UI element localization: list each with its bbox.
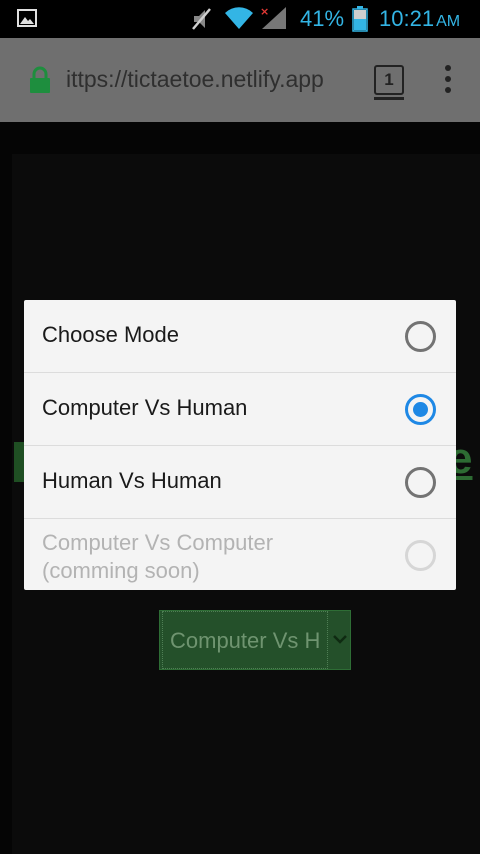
option-computer-vs-computer: Computer Vs Computer (comming soon) — [24, 519, 456, 590]
lock-icon[interactable] — [28, 66, 52, 94]
battery-percent: 41% — [300, 6, 345, 31]
screen: × 41% 10:21 AM ittps://tictaetoe.netlify.… — [0, 0, 480, 854]
radio-button[interactable] — [405, 467, 436, 498]
wifi-icon — [225, 7, 253, 30]
radio-button-disabled — [405, 540, 436, 571]
image-notification-icon — [17, 9, 37, 27]
radio-button[interactable] — [405, 321, 436, 352]
mute-icon — [192, 8, 211, 30]
tab-switcher-underline — [374, 97, 404, 100]
clock-time: 10:21 — [379, 6, 435, 31]
clock-ampm: AM — [436, 13, 461, 30]
option-label: Human Vs Human — [42, 468, 222, 493]
option-label: Choose Mode — [42, 322, 179, 347]
option-human-vs-human[interactable]: Human Vs Human — [24, 446, 456, 519]
option-label: Computer Vs Human — [42, 395, 248, 420]
battery-icon — [352, 6, 368, 32]
overflow-menu-icon[interactable] — [436, 65, 460, 97]
clock: 10:21 AM — [379, 6, 460, 32]
option-label-disabled: Computer Vs Computer (comming soon) — [42, 530, 274, 583]
mode-select[interactable]: Computer Vs H — [159, 610, 351, 670]
select-value: Computer Vs H — [170, 628, 321, 653]
radio-button-selected[interactable] — [405, 394, 436, 425]
tab-switcher-button[interactable]: 1 — [374, 65, 404, 95]
signal-icon: × — [260, 5, 286, 29]
status-bar: × 41% 10:21 AM — [0, 0, 480, 38]
chevron-down-icon — [333, 635, 347, 644]
option-choose-mode[interactable]: Choose Mode — [24, 300, 456, 373]
mode-picker-dialog: Choose Mode Computer Vs Human Human Vs H… — [24, 300, 456, 590]
option-computer-vs-human[interactable]: Computer Vs Human — [24, 373, 456, 446]
url-bar[interactable]: ittps://tictaetoe.netlify.app — [66, 66, 362, 93]
browser-toolbar: ittps://tictaetoe.netlify.app 1 — [0, 38, 480, 122]
svg-text:×: × — [260, 5, 269, 18]
